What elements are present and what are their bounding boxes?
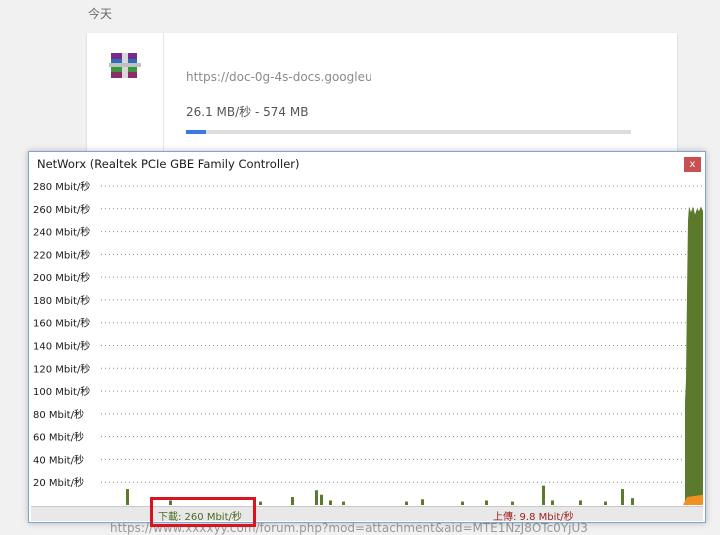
- y-tick-label: 120 Mbit/秒: [33, 362, 90, 375]
- download-bar: [631, 498, 634, 505]
- download-bar: [461, 501, 464, 505]
- download-status: 26.1 MB/秒 - 574 MB: [186, 105, 309, 119]
- download-bar: [259, 501, 262, 505]
- networx-statusbar: 下載: 260 Mbit/秒 上傳: 9.8 Mbit/秒: [31, 506, 703, 523]
- download-speed-highlight: [150, 497, 256, 527]
- download-url[interactable]: https://doc-0g-4s-docs.googleusercontent…: [186, 70, 371, 84]
- download-bar: [405, 501, 408, 505]
- download-progress-fill: [186, 130, 207, 134]
- y-tick-label: 220 Mbit/秒: [33, 248, 90, 261]
- y-tick-label: 20 Mbit/秒: [33, 476, 84, 489]
- traffic-graph: 20 Mbit/秒 40 Mbit/秒 60 Mbit/秒 80 Mbit/秒 100 …: [33, 180, 703, 505]
- download-bar: [421, 499, 424, 505]
- download-bar: [511, 501, 514, 505]
- download-bar: [485, 500, 488, 505]
- winrar-archive-icon: [109, 53, 141, 78]
- upload-speed-text: 上傳: 9.8 Mbit/秒: [493, 512, 574, 523]
- y-tick-label: 240 Mbit/秒: [33, 226, 90, 239]
- download-bar: [320, 494, 323, 505]
- download-bar: [291, 497, 294, 505]
- download-bar: [604, 501, 607, 505]
- y-tick-label: 40 Mbit/秒: [33, 453, 84, 466]
- y-tick-label: 80 Mbit/秒: [33, 408, 84, 421]
- download-bar: [579, 500, 582, 505]
- y-tick-label: 60 Mbit/秒: [33, 431, 84, 444]
- networx-title: NetWorx (Realtek PCIe GBE Family Control…: [37, 157, 300, 171]
- y-tick-label: 280 Mbit/秒: [33, 180, 90, 193]
- close-button[interactable]: x: [684, 157, 701, 172]
- download-bar: [329, 500, 332, 505]
- download-bar: [342, 501, 345, 505]
- y-tick-label: 160 Mbit/秒: [33, 317, 90, 330]
- download-area: [685, 206, 703, 505]
- y-tick-label: 260 Mbit/秒: [33, 203, 90, 216]
- download-bar: [542, 485, 545, 505]
- y-tick-label: 100 Mbit/秒: [33, 385, 90, 398]
- download-bar: [126, 489, 129, 505]
- y-tick-label: 140 Mbit/秒: [33, 340, 90, 353]
- download-bar: [315, 490, 318, 505]
- download-bar: [551, 500, 554, 505]
- y-tick-label: 180 Mbit/秒: [33, 294, 90, 307]
- day-label: 今天: [88, 7, 113, 21]
- networx-titlebar[interactable]: NetWorx (Realtek PCIe GBE Family Control…: [29, 152, 705, 178]
- download-bar: [621, 489, 624, 505]
- download-progress-bar: [186, 130, 631, 134]
- y-tick-label: 200 Mbit/秒: [33, 271, 90, 284]
- networx-window[interactable]: NetWorx (Realtek PCIe GBE Family Control…: [28, 151, 706, 523]
